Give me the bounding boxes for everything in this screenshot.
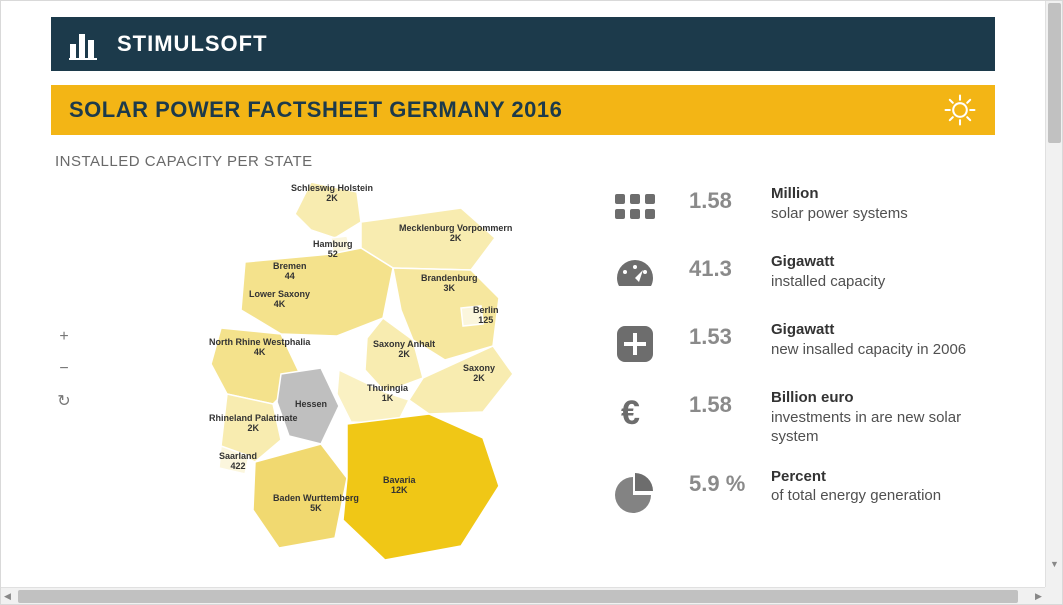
zoom-in-button[interactable]: + — [55, 328, 73, 346]
title-bar: SOLAR POWER FACTSHEET GERMANY 2016 — [51, 85, 995, 135]
brand-name: STIMULSOFT — [117, 31, 268, 57]
stat-head: Billion euro — [771, 389, 854, 406]
stat-description: Gigawatt new insalled capacity in 2006 — [771, 320, 966, 359]
stat-value: 1.53 — [689, 320, 771, 350]
stat-value: 1.58 — [689, 184, 771, 214]
reset-view-button[interactable]: ↻ — [55, 392, 73, 410]
scroll-down-icon[interactable]: ▼ — [1050, 560, 1059, 569]
state-baden-wurttemberg[interactable] — [253, 444, 347, 548]
stat-tail: of total energy generation — [771, 487, 941, 504]
sun-icon — [943, 93, 977, 127]
stat-row: 1.58Million solar power systems — [611, 184, 995, 232]
scroll-right-icon[interactable]: ▶ — [1035, 592, 1044, 601]
vertical-scrollbar[interactable]: ▲ ▼ — [1045, 1, 1062, 589]
bar-chart-icon — [67, 26, 103, 62]
stat-head: Gigawatt — [771, 321, 834, 338]
map-column: + − ↻ — [51, 178, 611, 578]
stat-description: Million solar power systems — [771, 184, 908, 223]
stat-row: 1.53Gigawatt new insalled capacity in 200… — [611, 320, 995, 368]
pie-icon — [611, 467, 659, 515]
gauge-icon — [611, 252, 659, 300]
vertical-scroll-thumb[interactable] — [1048, 3, 1061, 143]
horizontal-scroll-thumb[interactable] — [18, 590, 1018, 603]
zoom-out-button[interactable]: − — [55, 360, 73, 378]
scroll-corner — [1045, 587, 1062, 604]
stat-tail: new insalled capacity in 2006 — [771, 341, 966, 358]
map-controls: + − ↻ — [55, 328, 73, 410]
stat-tail: investments in are new solar system — [771, 409, 961, 446]
stat-description: Billion euro investments in are new solar… — [771, 388, 995, 447]
stat-description: Gigawatt installed capacity — [771, 252, 885, 291]
stats-column: 1.58Millionsolar power systems41.3Gigawa… — [611, 178, 995, 578]
scroll-left-icon[interactable]: ◀ — [4, 592, 13, 601]
stat-head: Million — [771, 185, 819, 202]
stat-row: €1.58Billion euro investments in are new … — [611, 388, 995, 447]
stat-value: 41.3 — [689, 252, 771, 282]
stat-value: 1.58 — [689, 388, 771, 418]
stat-tail: solar power systems — [771, 205, 908, 222]
stat-head: Percent — [771, 468, 826, 485]
brand-bar: STIMULSOFT — [51, 17, 995, 71]
stat-value: 5.9 % — [689, 467, 771, 497]
svg-text:€: € — [621, 394, 640, 432]
plus-icon — [611, 320, 659, 368]
stat-head: Gigawatt — [771, 253, 834, 270]
stat-row: 41.3Gigawatt installed capacity — [611, 252, 995, 300]
euro-icon: € — [611, 388, 659, 436]
horizontal-scrollbar[interactable]: ◀ ▶ — [1, 587, 1047, 604]
state-berlin[interactable] — [461, 306, 483, 326]
section-label: INSTALLED CAPACITY PER STATE — [51, 153, 995, 170]
state-lower-saxony[interactable] — [241, 248, 393, 336]
report-viewport: STIMULSOFT SOLAR POWER FACTSHEET GERMANY… — [0, 0, 1063, 605]
state-schleswig-holstein[interactable] — [295, 182, 361, 238]
stat-description: Percent of total energy generation — [771, 467, 941, 506]
germany-map[interactable]: Schleswig Holstein2KMecklenburg Vorpomme… — [161, 178, 591, 578]
stat-row: 5.9 %Percent of total energy generation — [611, 467, 995, 515]
content-row: + − ↻ — [51, 178, 995, 578]
grid-icon — [611, 184, 659, 232]
stat-tail: installed capacity — [771, 273, 885, 290]
state-hessen[interactable] — [277, 368, 339, 444]
state-saxony[interactable] — [409, 346, 513, 414]
report-page: STIMULSOFT SOLAR POWER FACTSHEET GERMANY… — [51, 1, 995, 587]
page-title: SOLAR POWER FACTSHEET GERMANY 2016 — [69, 97, 562, 123]
state-bavaria[interactable] — [343, 414, 499, 560]
